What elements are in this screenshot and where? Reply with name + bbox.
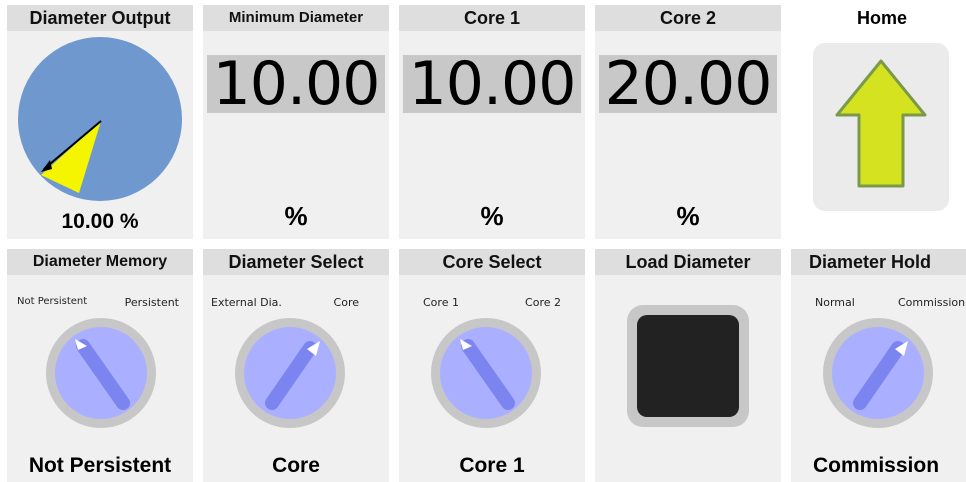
- diameter-hold-right-label: Commission: [898, 296, 966, 309]
- core-select-state: Core 1: [459, 454, 525, 477]
- diameter-memory-state: Not Persistent: [28, 454, 172, 477]
- diameter-hold-knob[interactable]: [822, 317, 934, 429]
- diameter-hold-title: Diameter Hold: [791, 249, 966, 275]
- core1-title: Core 1: [399, 5, 585, 31]
- core-select-panel: Core Select Core 1 Core 2 Core 1: [399, 249, 585, 482]
- core-select-right-label: Core 2: [525, 296, 561, 309]
- core-select-title: Core Select: [399, 249, 585, 275]
- diameter-select-state: Core: [272, 454, 320, 477]
- core2-value: 20.00: [599, 54, 777, 114]
- core1-unit: %: [480, 201, 504, 231]
- diameter-hold-state: Commission: [813, 454, 940, 477]
- diameter-gauge: [18, 37, 182, 201]
- up-arrow-icon: [835, 59, 927, 188]
- home-panel: Home: [791, 5, 966, 239]
- minimum-diameter-panel: Minimum Diameter 10.00 %: [203, 5, 389, 239]
- home-title: Home: [856, 8, 907, 28]
- diameter-memory-left-label: Not Persistent: [17, 296, 88, 307]
- diameter-output-panel: Diameter Output 10.00 %: [7, 5, 193, 239]
- diameter-memory-right-label: Persistent: [124, 296, 179, 309]
- load-diameter-title: Load Diameter: [595, 249, 781, 275]
- diameter-memory-title: Diameter Memory: [7, 249, 193, 275]
- diameter-output-value: 10.00 %: [61, 210, 139, 233]
- core2-title: Core 2: [595, 5, 781, 31]
- diameter-select-left-label: External Dia.: [211, 296, 282, 309]
- diameter-output-title: Diameter Output: [7, 5, 193, 31]
- diameter-select-panel: Diameter Select External Dia. Core Core: [203, 249, 389, 482]
- diameter-hold-panel: Diameter Hold Normal Commission Commissi…: [791, 249, 966, 482]
- load-diameter-button[interactable]: [627, 305, 749, 427]
- diameter-memory-knob[interactable]: [45, 317, 157, 429]
- core2-panel: Core 2 20.00 %: [595, 5, 781, 239]
- gauge-dial: [18, 37, 182, 201]
- minimum-diameter-value: 10.00: [207, 54, 385, 114]
- diameter-select-knob[interactable]: [234, 317, 346, 429]
- core2-unit: %: [676, 201, 700, 231]
- load-diameter-button-face: [637, 315, 739, 417]
- core-select-left-label: Core 1: [423, 296, 459, 309]
- minimum-diameter-title: Minimum Diameter: [203, 5, 389, 31]
- load-diameter-panel: Load Diameter: [595, 249, 781, 482]
- diameter-select-title: Diameter Select: [203, 249, 389, 275]
- diameter-memory-panel: Diameter Memory Not Persistent Persisten…: [7, 249, 193, 482]
- minimum-diameter-unit: %: [284, 201, 308, 231]
- diameter-hold-left-label: Normal: [815, 296, 855, 309]
- core-select-knob[interactable]: [430, 317, 542, 429]
- core1-value: 10.00: [403, 54, 581, 114]
- home-button[interactable]: [813, 43, 949, 211]
- diameter-select-right-label: Core: [333, 296, 359, 309]
- core1-panel: Core 1 10.00 %: [399, 5, 585, 239]
